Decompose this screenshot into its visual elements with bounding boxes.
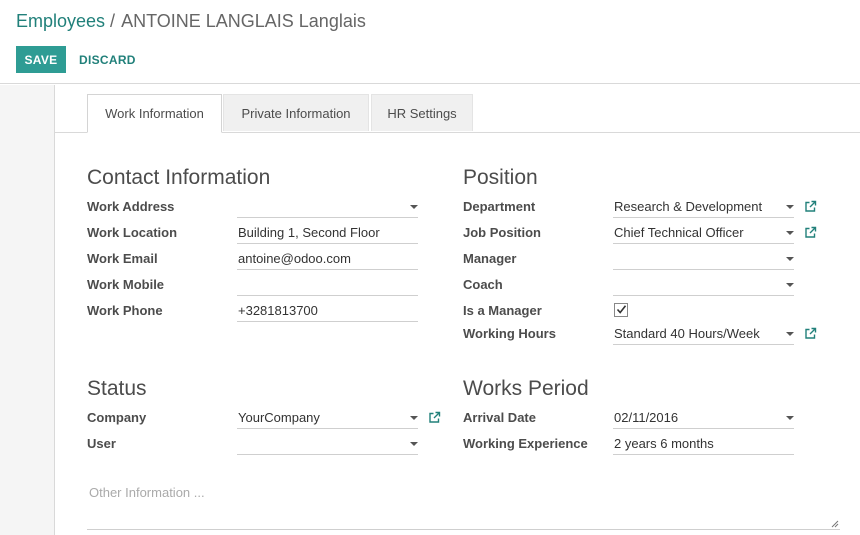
work-mobile-input[interactable] — [237, 274, 418, 296]
work-address-label: Work Address — [87, 199, 175, 214]
contact-information-heading: Contact Information — [87, 166, 271, 189]
work-email-label: Work Email — [87, 251, 158, 266]
external-link-icon[interactable] — [428, 411, 441, 424]
chevron-down-icon — [786, 231, 794, 235]
arrival-date-value: 02/11/2016 — [614, 410, 679, 425]
working-hours-select[interactable]: Standard 40 Hours/Week — [613, 323, 794, 345]
manager-select[interactable] — [613, 248, 794, 270]
coach-select[interactable] — [613, 274, 794, 296]
tab-work-information[interactable]: Work Information — [87, 94, 222, 133]
chevron-down-icon — [786, 332, 794, 336]
works-period-heading: Works Period — [463, 377, 589, 400]
discard-button[interactable]: DISCARD — [79, 53, 136, 67]
work-location-label: Work Location — [87, 225, 178, 240]
other-information-placeholder: Other Information ... — [89, 485, 205, 500]
chevron-down-icon — [410, 205, 418, 209]
company-select[interactable]: YourCompany — [237, 407, 418, 429]
other-information-textarea[interactable]: Other Information ... — [87, 478, 840, 530]
work-location-input[interactable]: Building 1, Second Floor — [237, 222, 418, 244]
arrival-date-picker[interactable]: 02/11/2016 — [613, 407, 794, 429]
manager-label: Manager — [463, 251, 517, 266]
save-button[interactable]: SAVE — [16, 46, 66, 73]
working-experience-label: Working Experience — [463, 436, 588, 451]
breadcrumb-employees-link[interactable]: Employees — [16, 11, 105, 31]
job-position-value: Chief Technical Officer — [614, 225, 744, 240]
is-manager-label: Is a Manager — [463, 303, 542, 318]
breadcrumb: Employees / ANTOINE LANGLAIS Langlais — [16, 11, 366, 32]
user-select[interactable] — [237, 433, 418, 455]
job-position-label: Job Position — [463, 225, 541, 240]
company-label: Company — [87, 410, 147, 425]
department-value: Research & Development — [614, 199, 763, 214]
department-select[interactable]: Research & Development — [613, 196, 794, 218]
work-phone-label: Work Phone — [87, 303, 163, 318]
breadcrumb-current: ANTOINE LANGLAIS Langlais — [121, 11, 366, 31]
external-link-icon[interactable] — [804, 200, 817, 213]
work-address-select[interactable] — [237, 196, 418, 218]
working-experience-input[interactable]: 2 years 6 months — [613, 433, 794, 455]
chevron-down-icon — [786, 205, 794, 209]
is-manager-checkbox[interactable] — [614, 303, 628, 317]
company-value: YourCompany — [238, 410, 320, 425]
coach-label: Coach — [463, 277, 503, 292]
chevron-down-icon — [410, 416, 418, 420]
work-mobile-label: Work Mobile — [87, 277, 165, 292]
chevron-down-icon — [410, 442, 418, 446]
chevron-down-icon — [786, 416, 794, 420]
work-phone-input[interactable]: +3281813700 — [237, 300, 418, 322]
sheet-left-margin — [0, 85, 55, 535]
arrival-date-label: Arrival Date — [463, 410, 536, 425]
tab-hr-settings[interactable]: HR Settings — [371, 94, 473, 131]
control-panel: Employees / ANTOINE LANGLAIS Langlais SAVE… — [0, 0, 860, 84]
department-label: Department — [463, 199, 536, 214]
work-email-input[interactable]: antoine@odoo.com — [237, 248, 418, 270]
user-label: User — [87, 436, 116, 451]
working-hours-value: Standard 40 Hours/Week — [614, 326, 760, 341]
job-position-select[interactable]: Chief Technical Officer — [613, 222, 794, 244]
position-heading: Position — [463, 166, 538, 189]
chevron-down-icon — [786, 283, 794, 287]
external-link-icon[interactable] — [804, 226, 817, 239]
external-link-icon[interactable] — [804, 327, 817, 340]
breadcrumb-separator: / — [110, 11, 116, 31]
resize-grip-icon[interactable] — [831, 520, 839, 528]
tab-private-information[interactable]: Private Information — [223, 94, 369, 131]
chevron-down-icon — [786, 257, 794, 261]
working-hours-label: Working Hours — [463, 326, 556, 341]
checkmark-icon — [616, 305, 627, 314]
status-heading: Status — [87, 377, 147, 400]
